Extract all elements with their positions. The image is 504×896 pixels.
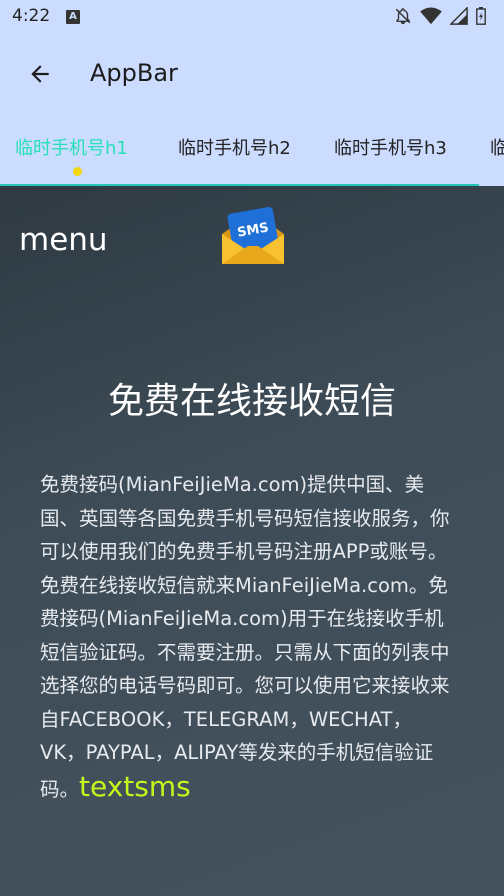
battery-icon [476,7,486,25]
active-tab-dot [73,167,82,176]
tab-h3[interactable]: 临时手机号h3 [334,134,447,160]
tab-h1[interactable]: 临时手机号h1 [15,134,128,160]
back-button[interactable] [20,54,60,94]
status-icons [394,7,486,25]
status-bar: 4:22 A [0,0,504,34]
notifications-off-icon [395,8,411,25]
sms-envelope-icon: SMS [222,206,284,264]
headline: 免费在线接收短信 [107,381,396,422]
menu-label[interactable]: menu [19,222,108,258]
page-title: AppBar [90,59,178,87]
arrow-back-icon [31,65,49,83]
tab-h2[interactable]: 临时手机号h2 [178,134,291,160]
status-time: 4:22 [12,6,51,26]
signal-icon [450,7,468,25]
top-header: 4:22 A AppBar 临时手机号h1 临时手机号h2 临时手机号h3 临 [0,0,504,186]
content-area: menu SMS 免费在线接收短信 免费接码(MianFeiJieMa.com)… [0,186,504,896]
wifi-icon [420,7,442,25]
a-badge-icon: A [66,10,80,24]
description-paragraph: 免费接码(MianFeiJieMa.com)提供中国、美国、英国等各国免费手机号… [40,468,454,806]
app-bar: AppBar [0,40,504,108]
tab-bar: 临时手机号h1 临时手机号h2 临时手机号h3 临时手机号h4 [0,120,504,186]
textsms-label: textsms [79,769,191,803]
description-text: 免费接码(MianFeiJieMa.com)提供中国、美国、英国等各国免费手机号… [40,473,450,801]
tab-h4[interactable]: 临时手机号h4 [490,134,504,160]
